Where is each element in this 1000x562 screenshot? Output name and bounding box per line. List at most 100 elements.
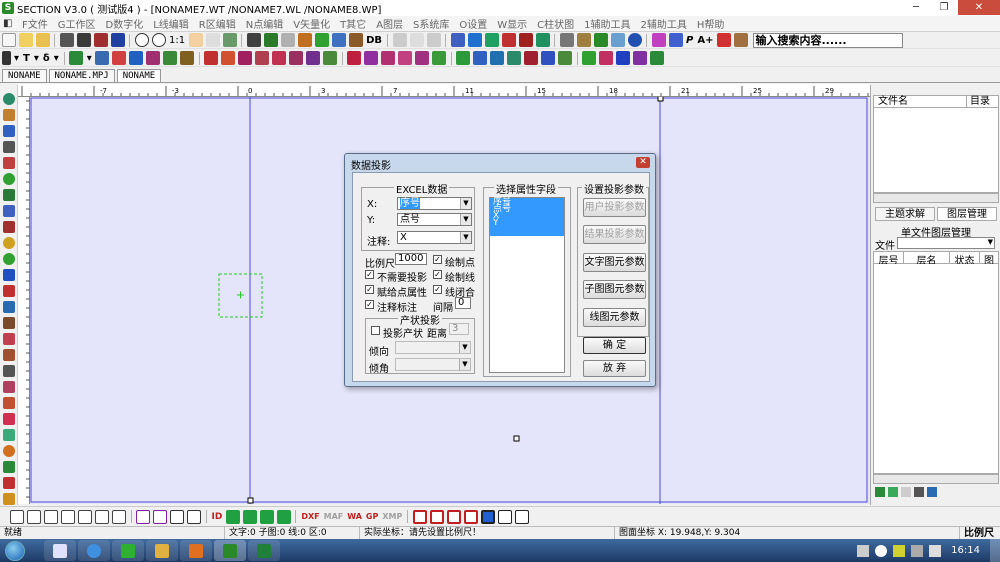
taskbar-folder[interactable] xyxy=(146,540,178,561)
region-tool-icon[interactable] xyxy=(3,157,15,169)
point-move-icon[interactable] xyxy=(473,51,488,65)
mwt-icon[interactable] xyxy=(314,33,329,47)
digitize-tool-icon[interactable] xyxy=(3,109,15,121)
check-assign-attr[interactable]: ✓ xyxy=(365,285,374,294)
save-project-icon[interactable] xyxy=(110,33,125,47)
line-smooth-icon[interactable] xyxy=(289,51,304,65)
field-item[interactable]: X xyxy=(490,212,564,221)
column-icon[interactable] xyxy=(78,509,92,524)
doc-tab-mpj[interactable]: NONAME.MPJ xyxy=(48,69,115,82)
menu-layer[interactable]: A图层 xyxy=(371,16,408,31)
circle-tool-icon[interactable] xyxy=(3,253,15,265)
save-as-icon[interactable] xyxy=(93,33,108,47)
taskbar-section[interactable] xyxy=(214,540,246,561)
region-icon[interactable] xyxy=(347,51,362,65)
bookmark-icon[interactable] xyxy=(651,33,666,47)
bracket-tool-icon[interactable] xyxy=(3,301,15,313)
arrow-top-icon[interactable] xyxy=(259,509,274,524)
tab-topic-solve[interactable]: 主题求解 xyxy=(875,207,935,221)
align-right-icon[interactable] xyxy=(44,509,58,524)
field-item[interactable]: Y xyxy=(490,219,564,228)
dialog-close-button[interactable]: ✕ xyxy=(636,157,650,168)
region-move-icon[interactable] xyxy=(415,51,430,65)
line-style-icon[interactable] xyxy=(69,51,84,65)
copy-icon[interactable] xyxy=(409,33,424,47)
vehicle-icon[interactable] xyxy=(297,33,312,47)
frame-blue-icon[interactable] xyxy=(480,509,495,524)
polyline-tool-icon[interactable] xyxy=(3,333,15,345)
ok-button[interactable]: 确 定 xyxy=(583,337,646,354)
arrow-down-icon[interactable] xyxy=(242,509,257,524)
wa-button[interactable]: WA xyxy=(347,512,362,521)
col-layer-map[interactable]: 图 xyxy=(980,252,998,267)
layer-table-scrollbar[interactable] xyxy=(873,474,999,484)
align-center-icon[interactable] xyxy=(27,509,41,524)
menu-column-chart[interactable]: C柱状图 xyxy=(532,16,579,31)
field-item[interactable]: 点号 xyxy=(490,205,564,214)
menu-point-edit[interactable]: N点编辑 xyxy=(241,16,288,31)
menu-file[interactable]: F文件 xyxy=(17,16,53,31)
justify-icon[interactable] xyxy=(61,509,75,524)
point-delete-icon[interactable] xyxy=(507,51,522,65)
fill-tool-icon[interactable] xyxy=(3,173,15,185)
flag-purple-icon[interactable] xyxy=(633,51,648,65)
col-directory[interactable]: 目录 xyxy=(966,96,990,108)
check-note-label[interactable]: ✓ xyxy=(365,300,374,309)
xmp-button[interactable]: XMP xyxy=(382,512,402,521)
file-list-scrollbar[interactable] xyxy=(873,193,999,203)
corner-tool-icon[interactable] xyxy=(3,397,15,409)
a-plus-button[interactable]: A+ xyxy=(697,35,713,46)
maximize-button[interactable]: ❐ xyxy=(930,0,958,15)
panel-tool-icon[interactable] xyxy=(914,487,924,497)
text-tool-icon[interactable] xyxy=(3,189,15,201)
menu-help[interactable]: H帮助 xyxy=(692,16,730,31)
dropdown-arrow-icon[interactable]: ▾ xyxy=(87,53,92,64)
point-align-icon[interactable] xyxy=(558,51,573,65)
line-join-icon[interactable] xyxy=(255,51,270,65)
interval-input[interactable]: 0 xyxy=(455,297,471,309)
chart-icon[interactable] xyxy=(136,509,150,524)
node-tool-icon[interactable] xyxy=(3,141,15,153)
arrow-tool-icon[interactable] xyxy=(3,365,15,377)
gp-button[interactable]: GP xyxy=(366,512,378,521)
panel-icon[interactable] xyxy=(187,509,201,524)
menu-tools-1[interactable]: 1辅助工具 xyxy=(579,16,635,31)
file-select[interactable]: ▼ xyxy=(897,237,995,249)
region-fill-icon[interactable] xyxy=(432,51,447,65)
measure-icon[interactable] xyxy=(331,33,346,47)
open-project-icon[interactable] xyxy=(35,33,50,47)
histogram-icon[interactable] xyxy=(153,509,167,524)
node-delete-icon[interactable] xyxy=(238,51,253,65)
col-layer-name[interactable]: 层名 xyxy=(904,252,950,267)
redraw-icon[interactable] xyxy=(222,33,237,47)
brush-icon[interactable] xyxy=(593,33,608,47)
taskbar-browser[interactable] xyxy=(78,540,110,561)
dip-direction-select[interactable]: ▼ xyxy=(395,341,471,354)
menu-region-edit[interactable]: R区编辑 xyxy=(194,16,241,31)
pan-hand-icon[interactable] xyxy=(188,33,203,47)
line-tool-icon[interactable] xyxy=(3,125,15,137)
crosshair-tool-icon[interactable] xyxy=(3,269,15,281)
flag-icon[interactable] xyxy=(501,33,516,47)
merge-icon[interactable] xyxy=(129,51,144,65)
minimize-button[interactable]: ─ xyxy=(902,0,930,15)
node-add-icon[interactable] xyxy=(204,51,219,65)
dot-tool-icon[interactable] xyxy=(3,445,15,457)
close-button[interactable]: ✕ xyxy=(958,0,1000,15)
erase-tool-icon[interactable] xyxy=(3,221,15,233)
menu-tools-2[interactable]: 2辅助工具 xyxy=(636,16,692,31)
node-move-icon[interactable] xyxy=(221,51,236,65)
split-view-icon[interactable] xyxy=(170,509,184,524)
split-tool-icon[interactable] xyxy=(3,317,15,329)
point-add-icon[interactable] xyxy=(456,51,471,65)
panel-tool-icon[interactable] xyxy=(901,487,911,497)
dropdown-arrow-icon[interactable]: ▾ xyxy=(14,53,19,64)
menu-system-lib[interactable]: S系统库 xyxy=(408,16,454,31)
hatch-icon[interactable] xyxy=(112,509,126,524)
save-all-icon[interactable] xyxy=(76,33,91,47)
arrow-download-icon[interactable] xyxy=(467,33,482,47)
line-clip-icon[interactable] xyxy=(323,51,338,65)
refresh-icon[interactable] xyxy=(205,33,220,47)
diamond-green-icon[interactable] xyxy=(582,51,597,65)
delta-tool-button[interactable]: δ xyxy=(43,53,50,64)
